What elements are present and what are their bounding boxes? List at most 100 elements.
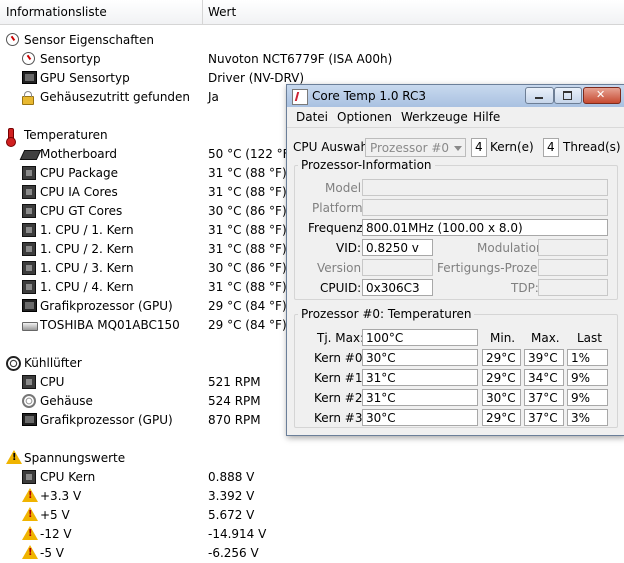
core-temp-field: 31°C [362,389,478,406]
threads-label: Thread(s) [563,140,621,154]
sensor-gauge-icon [6,33,19,46]
sensor-label: +3.3 V [40,489,82,503]
model-field [362,179,608,196]
sensor-row[interactable]: +5 V 5.672 V [0,506,624,525]
sensor-label: Sensor Eigenschaften [24,33,154,47]
sensor-label: CPU IA Cores [40,185,118,199]
column-separator[interactable] [202,0,203,24]
menu-hilfe[interactable]: Hilfe [473,110,500,124]
window-title: Core Temp 1.0 RC3 [312,89,427,103]
sensor-value: 31 °C (88 °F) [208,166,287,180]
tdp-field [538,279,608,296]
menu-optionen[interactable]: Optionen [337,110,392,124]
sensor-value: 0.888 V [208,470,255,484]
tjmax-field: 100°C [362,329,478,346]
sensor-value: 31 °C (88 °F) [208,223,287,237]
warning-icon [6,450,22,464]
sensor-value: 30 °C (86 °F) [208,261,287,275]
sensor-value: 29 °C (84 °F) [208,318,287,332]
motherboard-icon [19,150,42,160]
sensor-label: 1. CPU / 2. Kern [40,242,134,256]
sensor-label: Kühllüfter [24,356,82,370]
chevron-down-icon [454,146,462,151]
sensor-value: 30 °C (86 °F) [208,204,287,218]
sensor-value: 31 °C (88 °F) [208,242,287,256]
cpu-chip-icon [22,470,36,484]
core-max-field: 39°C [524,349,564,366]
close-button[interactable] [583,87,621,104]
core-max-field: 37°C [524,389,564,406]
column-header-item[interactable]: Informationsliste [6,5,107,19]
fan-icon [6,356,21,371]
sensor-row[interactable]: -12 V -14.914 V [0,525,624,544]
sensor-value: Driver (NV-DRV) [208,71,305,85]
threads-count: 4 [543,138,559,157]
sensor-row[interactable]: CPU Kern 0.888 V [0,468,624,487]
sensor-label: 1. CPU / 4. Kern [40,280,134,294]
sensor-label: Gehäusezutritt gefunden [40,90,191,104]
sensor-value: Nuvoton NCT6779F (ISA A00h) [208,52,393,66]
sensor-label: Temperaturen [24,128,108,142]
core-temp-field: 30°C [362,349,478,366]
cpu-chip-icon [22,242,36,256]
cpuid-field: 0x306C3 [362,279,433,296]
voltage-warning-icon [22,488,38,502]
sensor-group-row[interactable]: Sensor Eigenschaften [0,31,624,50]
voltage-warning-icon [22,526,38,540]
cpu-chip-icon [22,223,36,237]
column-header-value[interactable]: Wert [208,5,236,19]
sensor-label: CPU Kern [40,470,96,484]
sensor-gauge-icon [22,52,35,65]
vid-label: VID: [336,241,362,255]
sensor-row[interactable]: Sensortyp Nuvoton NCT6779F (ISA A00h) [0,50,624,69]
core-min-field: 29°C [482,369,521,386]
cpu-chip-icon [22,261,36,275]
sensor-row[interactable]: +3.3 V 3.392 V [0,487,624,506]
col-min-header: Min. [490,331,516,345]
gpu-chip-icon [22,413,37,426]
core-temp-field: 30°C [362,409,478,426]
gpu-chip-icon [22,299,37,312]
platform-label: Platform: [312,201,367,215]
col-max-header: Max. [531,331,560,345]
model-label: Model: [325,181,366,195]
sensor-value: 3.392 V [208,489,255,503]
col-last-header: Last [577,331,602,345]
coretemp-window: Core Temp 1.0 RC3 Datei Optionen Werkzeu… [286,84,624,436]
menu-datei[interactable]: Datei [296,110,328,124]
maximize-button[interactable] [554,87,582,104]
cpu-chip-icon [22,166,36,180]
cpuid-label: CPUID: [320,281,362,295]
sensor-label: -5 V [40,546,64,560]
core-temp-field: 31°C [362,369,478,386]
coretemp-app-icon[interactable] [292,89,308,105]
cpu-select-dropdown[interactable]: Prozessor #0 [365,138,466,157]
sensor-row[interactable]: -5 V -6.256 V [0,544,624,563]
title-bar[interactable]: Core Temp 1.0 RC3 [287,85,624,107]
lock-icon [22,91,34,105]
menu-werkzeuge[interactable]: Werkzeuge [401,110,468,124]
sensor-label: CPU [40,375,65,389]
version-field [362,259,433,276]
process-label: Fertigungs-Prozess: [437,261,554,275]
cores-label: Kern(e) [490,140,534,154]
sensor-value: Ja [208,90,219,104]
sensor-value: 5.672 V [208,508,255,522]
cpu-select-label: CPU Auswahl: [293,140,376,154]
sensor-value: 50 °C (122 °F) [208,147,295,161]
list-header: Informationsliste Wert [0,0,624,25]
cpu-chip-icon [22,204,36,218]
frequency-label: Frequenz: [308,221,367,235]
tjmax-label: Tj. Max: [317,331,365,345]
sensor-label: Grafikprozessor (GPU) [40,299,173,313]
sensor-label: Sensortyp [40,52,101,66]
cpu-select-value: Prozessor #0 [370,141,450,155]
core-label: Kern #1: [314,371,367,385]
sensor-group-row[interactable]: Spannungswerte [0,449,624,468]
minimize-button[interactable] [525,87,554,104]
sensor-value: 31 °C (88 °F) [208,280,287,294]
core-load-field: 9% [567,389,608,406]
tdp-label: TDP: [511,281,539,295]
sensor-label: Spannungswerte [24,451,126,465]
sensor-label: CPU GT Cores [40,204,123,218]
